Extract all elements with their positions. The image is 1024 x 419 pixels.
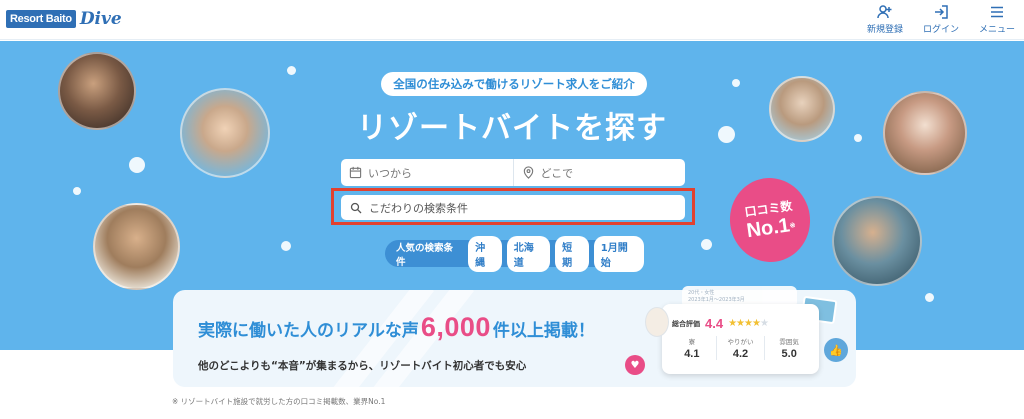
badge-note-mark: ※ xyxy=(789,222,797,230)
keyword-placeholder: こだわりの検索条件 xyxy=(369,201,468,215)
chip-january-start[interactable]: 1月開始 xyxy=(593,235,644,272)
claim-number: 6,000 xyxy=(420,312,491,342)
score-value: 4.2 xyxy=(732,348,749,360)
score-rewarding: やりがい 4.2 xyxy=(715,336,765,360)
logo-script: Dive xyxy=(79,9,122,29)
hero-tagline: 全国の住み込みで働けるリゾート求人をご紹介 xyxy=(381,72,647,96)
score-dorm: 寮 4.1 xyxy=(668,336,716,360)
score-label: 寮 xyxy=(688,338,696,346)
search-icon xyxy=(350,202,362,213)
score-value: 4.1 xyxy=(684,348,700,360)
menu-label: メニュー xyxy=(978,25,1015,35)
decor-dot xyxy=(732,79,740,87)
overall-rating: 総合評価 4.4 ★★★★★ xyxy=(672,316,769,331)
reviews-claim: 実際に働いた人のリアルな声 6,000 件以上掲載！ xyxy=(198,312,595,343)
decor-dot xyxy=(854,134,862,142)
reviews-subtext: 他のどこよりも“本音”が集まるから、リゾートバイト初心者でも安心 xyxy=(198,360,527,372)
site-header: Resort Baito Dive 新規登録 ログイン メニュー xyxy=(0,0,1024,40)
login-label: ログイン xyxy=(922,25,959,35)
search-bar: いつから どこで xyxy=(341,159,685,186)
claim-suffix: 件以上掲載！ xyxy=(492,321,595,341)
chip-okinawa[interactable]: 沖縄 xyxy=(468,235,502,272)
score-label: やりがい xyxy=(727,338,754,346)
score-breakdown: 寮 4.1 やりがい 4.2 雰囲気 5.0 xyxy=(668,336,813,360)
login-button[interactable]: ログイン xyxy=(920,4,962,35)
hero-title: リゾートバイトを探す xyxy=(357,111,667,146)
decor-dot xyxy=(281,241,291,251)
where-field[interactable]: どこで xyxy=(512,159,686,186)
reviewer-avatar xyxy=(645,307,669,337)
popular-conditions: 人気の検索条件 沖縄 北海道 短期 1月開始 xyxy=(385,235,644,272)
chip-short-term[interactable]: 短期 xyxy=(555,235,589,272)
hero-photo-man xyxy=(93,203,180,290)
site-logo[interactable]: Resort Baito Dive xyxy=(6,9,122,29)
decor-dot xyxy=(73,187,81,195)
user-plus-icon xyxy=(877,5,892,19)
header-nav: 新規登録 ログイン メニュー xyxy=(864,4,1018,35)
decor-dot xyxy=(718,126,735,143)
hero-photo-woman-right xyxy=(769,76,835,142)
keyword-search-input[interactable]: こだわりの検索条件 xyxy=(341,195,685,220)
star-rating-icon: ★★★★★ xyxy=(728,318,769,329)
review-meta-line1: 20代・女性 xyxy=(688,290,715,296)
decor-dot xyxy=(287,66,296,75)
rating-label: 総合評価 xyxy=(672,319,700,328)
review-meta-line2: 2023年1月〜2023年3月 xyxy=(688,297,745,303)
calendar-icon xyxy=(349,166,362,179)
login-icon xyxy=(935,5,948,19)
hero-photo-group xyxy=(58,52,136,130)
where-placeholder: どこで xyxy=(540,166,574,180)
when-placeholder: いつから xyxy=(368,166,412,180)
map-pin-icon xyxy=(523,166,533,179)
rating-value: 4.4 xyxy=(705,316,724,331)
footnote: ※ リゾートバイト施設で就労した方の口コミ掲載数、業界No.1 xyxy=(172,397,386,406)
hero-photo-kimono xyxy=(883,91,967,175)
score-atmosphere: 雰囲気 5.0 xyxy=(764,336,813,360)
decor-dot xyxy=(129,157,145,173)
claim-prefix: 実際に働いた人のリアルな声 xyxy=(198,321,419,341)
menu-button[interactable]: メニュー xyxy=(976,4,1018,35)
hero-photo-luggage xyxy=(832,196,922,286)
heart-icon: ♥ xyxy=(625,355,645,375)
logo-wordmark: Resort Baito xyxy=(6,10,76,28)
register-button[interactable]: 新規登録 xyxy=(864,4,906,35)
decor-dot xyxy=(925,293,934,302)
badge-no1-text: No.1 xyxy=(745,214,792,243)
popular-label: 人気の検索条件 xyxy=(396,242,454,268)
register-label: 新規登録 xyxy=(866,25,903,35)
chip-hokkaido[interactable]: 北海道 xyxy=(506,235,551,272)
thumbs-up-icon: 👍 xyxy=(824,338,848,362)
menu-icon xyxy=(991,6,1003,18)
when-field[interactable]: いつから xyxy=(341,159,513,186)
score-label: 雰囲気 xyxy=(779,338,799,346)
review-card: 総合評価 4.4 ★★★★★ 寮 4.1 やりがい 4.2 雰囲気 5.0 xyxy=(662,304,819,374)
hero-photo-camera xyxy=(180,88,270,178)
decor-dot xyxy=(701,239,712,250)
score-value: 5.0 xyxy=(781,348,797,360)
